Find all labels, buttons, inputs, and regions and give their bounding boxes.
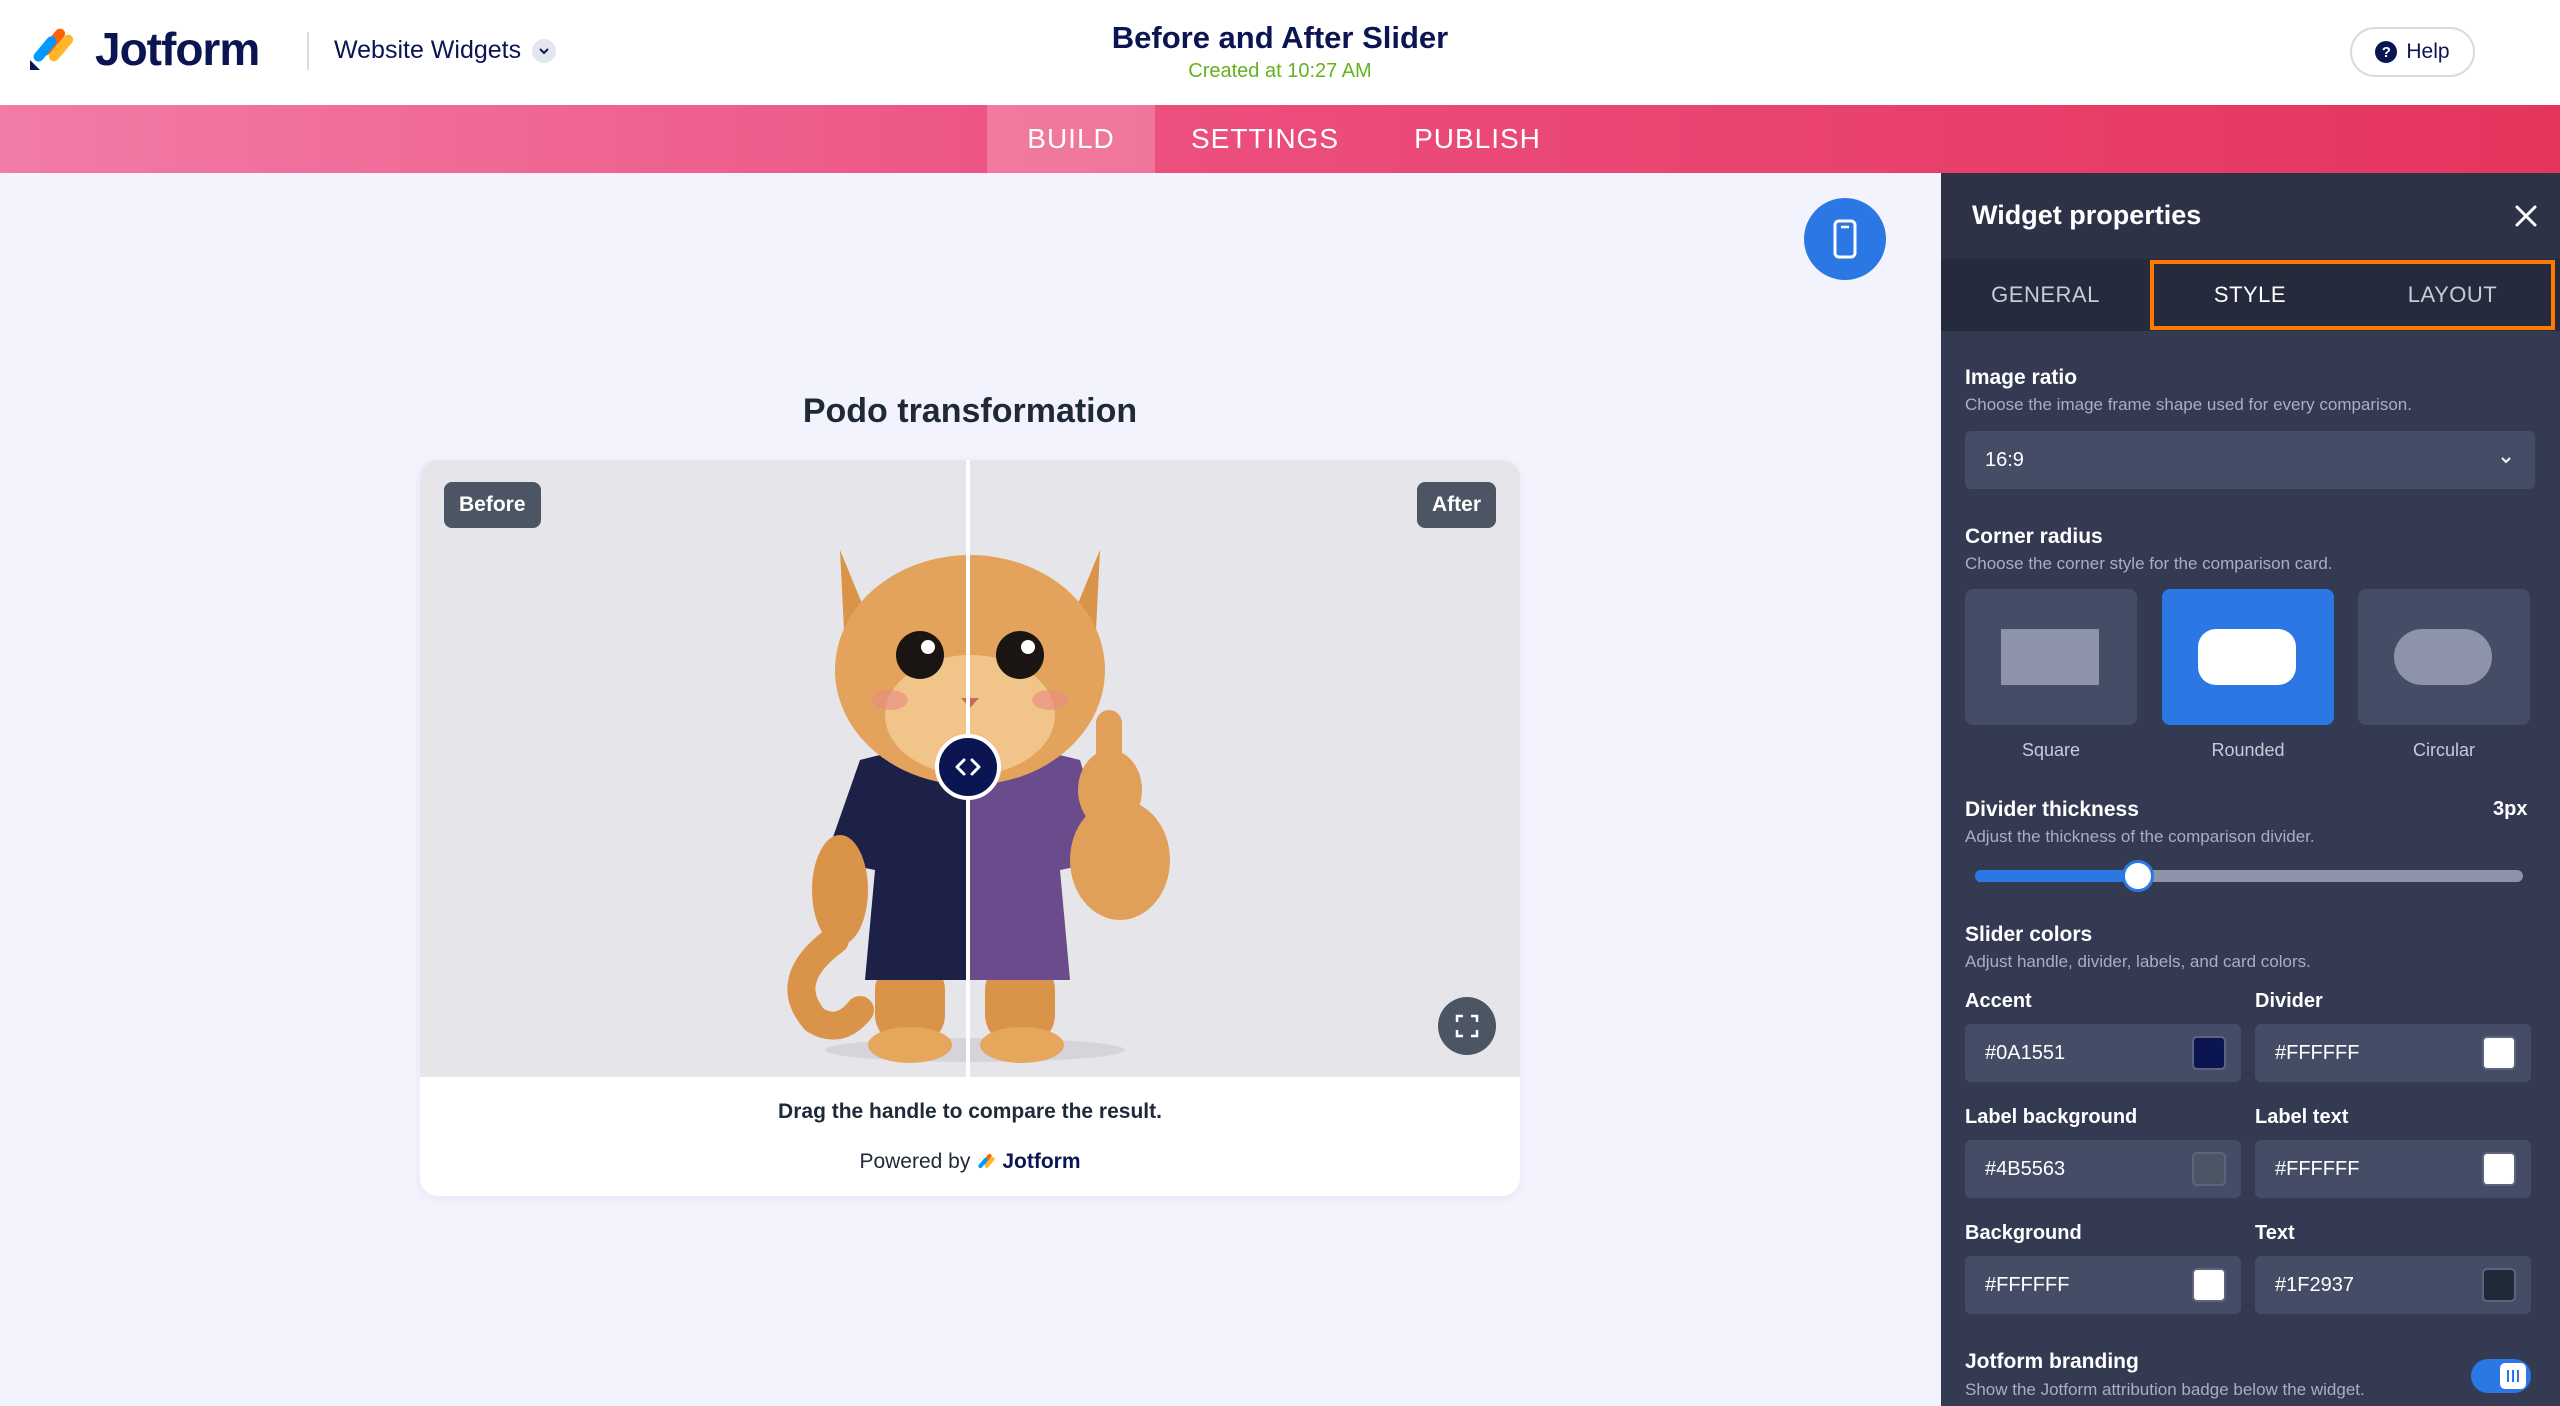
chevron-down-icon — [2501, 457, 2511, 464]
tab-highlight — [2150, 260, 2555, 330]
accent-color-field[interactable]: #0A1551 — [1965, 1024, 2241, 1082]
square-shape-icon — [2001, 629, 2099, 685]
toggle-icon — [2500, 1363, 2526, 1389]
main-nav: BUILD SETTINGS PUBLISH — [0, 105, 2560, 173]
product-switcher[interactable]: Website Widgets — [334, 36, 521, 65]
brand-name[interactable]: Jotform — [95, 22, 260, 76]
accent-color-label: Accent — [1965, 990, 2032, 1012]
help-label: Help — [2406, 40, 2450, 63]
powered-by-text: Powered by — [859, 1150, 971, 1173]
slider-knob[interactable] — [2122, 860, 2154, 892]
help-icon: ? — [2375, 41, 2398, 63]
widget-caption: Drag the handle to compare the result. — [778, 1100, 1162, 1123]
label-bg-swatch[interactable] — [2192, 1152, 2226, 1186]
after-label: After — [1416, 482, 1496, 528]
divider-color-value: #FFFFFF — [2275, 1041, 2360, 1064]
text-swatch[interactable] — [2482, 1268, 2516, 1302]
jotform-logo-icon — [978, 1153, 995, 1169]
corner-label-square: Square — [2021, 740, 2081, 760]
tab-publish[interactable]: PUBLISH — [1375, 105, 1580, 173]
before-label: Before — [444, 482, 541, 528]
page-title-block: Before and After Slider Created at 10:27… — [980, 20, 1580, 83]
divider-thickness-title: Divider thickness — [1965, 798, 2139, 821]
label-text-color-field[interactable]: #FFFFFF — [2255, 1140, 2531, 1198]
corner-radius-desc: Choose the corner style for the comparis… — [1965, 554, 2333, 573]
panel-header: Widget properties — [1941, 173, 2560, 259]
background-color-value: #FFFFFF — [1985, 1273, 2070, 1296]
mobile-device-icon — [1833, 219, 1857, 259]
corner-option-square[interactable] — [1965, 589, 2137, 725]
label-text-color-label: Label text — [2255, 1106, 2349, 1128]
tab-build[interactable]: BUILD — [987, 105, 1155, 173]
image-ratio-title: Image ratio — [1965, 366, 2078, 389]
divider-swatch[interactable] — [2482, 1036, 2516, 1070]
background-color-field[interactable]: #FFFFFF — [1965, 1256, 2241, 1314]
divider-color-field[interactable]: #FFFFFF — [2255, 1024, 2531, 1082]
slider-colors-desc: Adjust handle, divider, labels, and card… — [1965, 952, 2311, 971]
label-bg-color-label: Label background — [1965, 1106, 2138, 1128]
accent-swatch[interactable] — [2192, 1036, 2226, 1070]
corner-radius-title: Corner radius — [1965, 525, 2103, 548]
label-text-swatch[interactable] — [2482, 1152, 2516, 1186]
text-color-value: #1F2937 — [2275, 1273, 2354, 1296]
app-header: Jotform Website Widgets Before and After… — [0, 0, 2560, 105]
mobile-preview-button[interactable] — [1804, 198, 1886, 280]
corner-label-circular: Circular — [2412, 740, 2475, 760]
divider-thickness-slider[interactable] — [1975, 870, 2523, 882]
help-button[interactable]: ? Help — [2350, 27, 2475, 77]
corner-option-circular[interactable] — [2358, 589, 2530, 725]
tab-general[interactable]: GENERAL — [1941, 259, 2150, 331]
divider-color-label: Divider — [2255, 990, 2323, 1012]
rounded-shape-icon — [2198, 629, 2296, 685]
widget-title: Podo transformation — [802, 392, 1138, 430]
tab-settings[interactable]: SETTINGS — [1155, 105, 1375, 173]
background-swatch[interactable] — [2192, 1268, 2226, 1302]
compare-handle[interactable] — [935, 734, 1001, 800]
page-title[interactable]: Before and After Slider — [980, 20, 1580, 56]
branding-desc: Show the Jotform attribution badge below… — [1965, 1380, 2365, 1399]
jotform-logo-icon[interactable] — [26, 24, 78, 72]
comparison-card: Before After Drag the handle to compare … — [420, 460, 1520, 1196]
corner-option-rounded[interactable] — [2162, 589, 2334, 725]
label-bg-color-value: #4B5563 — [1985, 1157, 2066, 1180]
image-ratio-value: 16:9 — [1985, 448, 2024, 471]
label-text-color-value: #FFFFFF — [2275, 1157, 2360, 1180]
chevron-down-icon[interactable] — [532, 39, 556, 63]
fullscreen-icon — [1455, 1014, 1479, 1038]
divider-thickness-value: 3px — [2493, 798, 2528, 820]
text-color-field[interactable]: #1F2937 — [2255, 1256, 2531, 1314]
widget-properties-panel: Widget properties GENERAL STYLE LAYOUT I… — [1941, 173, 2560, 1406]
divider-thickness-desc: Adjust the thickness of the comparison d… — [1965, 827, 2315, 846]
close-icon[interactable] — [2513, 203, 2539, 229]
accent-color-value: #0A1551 — [1985, 1041, 2066, 1064]
created-at-text: Created at 10:27 AM — [1188, 60, 1372, 82]
powered-by-badge[interactable]: Powered by Jotform — [420, 1150, 1520, 1174]
header-divider — [307, 32, 309, 70]
comparison-stage[interactable]: Before After — [420, 460, 1520, 1077]
text-color-label: Text — [2255, 1222, 2295, 1244]
branding-toggle[interactable] — [2471, 1359, 2531, 1393]
image-ratio-select[interactable]: 16:9 — [1965, 431, 2535, 489]
label-bg-color-field[interactable]: #4B5563 — [1965, 1140, 2241, 1198]
image-ratio-desc: Choose the image frame shape used for ev… — [1965, 395, 2412, 414]
powered-by-brand: Jotform — [1002, 1150, 1081, 1173]
background-color-label: Background — [1965, 1222, 2082, 1244]
corner-label-rounded: Rounded — [2211, 740, 2285, 760]
fullscreen-button[interactable] — [1438, 997, 1496, 1055]
branding-title: Jotform branding — [1965, 1350, 2139, 1373]
panel-title: Widget properties — [1972, 200, 2202, 230]
compare-handle-icon — [955, 758, 981, 776]
circular-shape-icon — [2394, 629, 2492, 685]
slider-colors-title: Slider colors — [1965, 923, 2093, 946]
slider-fill — [1975, 870, 2140, 882]
